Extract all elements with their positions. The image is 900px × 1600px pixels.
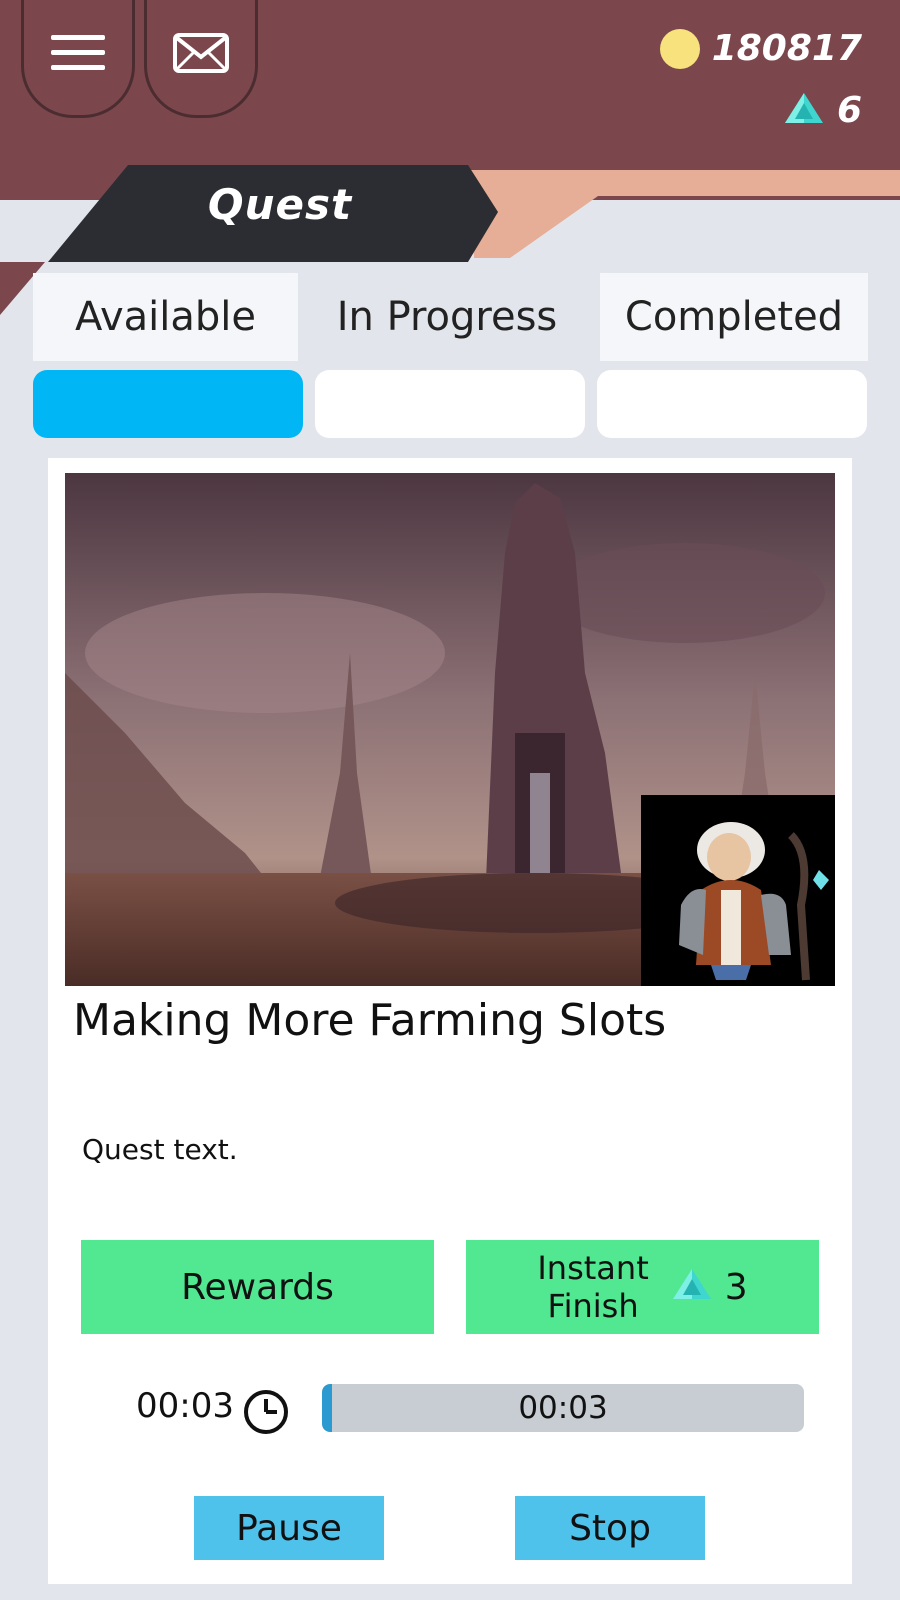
- rewards-button[interactable]: Rewards: [81, 1240, 434, 1334]
- quest-progress-bar: 00:03: [322, 1384, 804, 1432]
- instant-finish-button[interactable]: Instant Finish 3: [466, 1240, 819, 1334]
- menu-button[interactable]: [21, 0, 135, 118]
- quest-progress-label: 00:03: [518, 1390, 608, 1426]
- mail-button[interactable]: [144, 0, 258, 118]
- tab-indicator-completed[interactable]: [597, 370, 867, 438]
- tab-available[interactable]: Available: [33, 273, 298, 361]
- npc-character-art: [679, 822, 829, 981]
- hamburger-menu-icon: [51, 34, 105, 70]
- page-title: Quest: [207, 180, 353, 229]
- quest-timer: 00:03: [136, 1386, 234, 1426]
- pause-button[interactable]: Pause: [194, 1496, 384, 1560]
- clock-icon: [244, 1390, 288, 1434]
- tab-in-progress[interactable]: In Progress: [313, 273, 581, 361]
- instant-finish-cost: 3: [724, 1266, 748, 1308]
- gem-amount: 6: [836, 90, 862, 131]
- quest-description: Quest text.: [82, 1133, 238, 1166]
- coin-amount: 180817: [711, 28, 862, 69]
- tab-indicator-in-progress[interactable]: [315, 370, 585, 438]
- envelope-icon: [173, 32, 229, 73]
- instant-finish-label: Instant Finish: [537, 1249, 649, 1325]
- tab-indicator-available[interactable]: [33, 370, 303, 438]
- diamond-gem-icon: [672, 1269, 711, 1299]
- coin-counter: 180817: [659, 28, 862, 69]
- stop-button[interactable]: Stop: [515, 1496, 705, 1560]
- diamond-gem-icon: [784, 92, 823, 123]
- gem-counter: 6: [783, 90, 862, 131]
- npc-portrait: [641, 795, 835, 986]
- quest-title: Making More Farming Slots: [73, 995, 667, 1046]
- gold-coin-icon: [659, 28, 700, 69]
- tab-completed[interactable]: Completed: [600, 273, 868, 361]
